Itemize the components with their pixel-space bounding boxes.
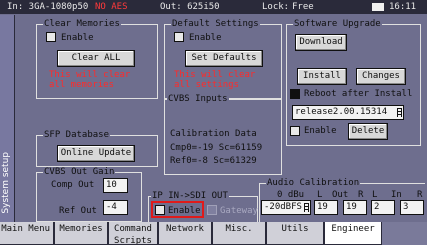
side-tab-label: System setup [1, 152, 11, 214]
audio-header-in-l: L [372, 190, 378, 200]
reboot-after-install-checkbox[interactable] [290, 89, 300, 99]
clear-all-button[interactable]: Clear ALL [57, 50, 135, 67]
clear-memories-group: Clear Memories Enable Clear ALL This wil… [36, 19, 158, 99]
clear-memories-enable-checkbox[interactable] [46, 32, 56, 42]
sfp-database-group: SFP Database Online Update [36, 130, 158, 167]
ref-out-field[interactable]: -4 [103, 200, 128, 215]
audio-header-out-r: R [358, 190, 364, 200]
software-upgrade-group: Software Upgrade Download Install Change… [286, 19, 421, 146]
lock-status: Lock: [262, 2, 290, 12]
clear-memories-enable-label: Enable [61, 33, 94, 43]
calibration-ref-line: Ref0=-8 Sc=61329 [170, 156, 257, 166]
tab-network[interactable]: Network [158, 222, 212, 245]
audio-alert-status: NO AES [95, 2, 128, 12]
tab-memories[interactable]: Memories [54, 222, 108, 245]
input-format-status: In: 3GA-1080p50 [7, 2, 89, 12]
bottom-tab-bar: Main Menu Memories Command Scripts Netwo… [0, 222, 427, 245]
cvbs-out-gain-title: CVBS Out Gain [43, 167, 116, 177]
cvbs-out-gain-group: CVBS Out Gain Comp Out 10 Ref Out -4 [36, 167, 142, 222]
set-defaults-button[interactable]: Set Defaults [185, 50, 263, 67]
software-upgrade-title: Software Upgrade [293, 19, 382, 29]
audio-header-in-r: R [417, 190, 423, 200]
online-update-button[interactable]: Online Update [57, 145, 135, 162]
cvbs-inputs-group: CVBS Inputs Calibration Data Cmp0=-19 Sc… [164, 94, 282, 175]
tab-engineer[interactable]: Engineer [324, 222, 382, 245]
audio-header-in: In [391, 190, 402, 200]
download-button[interactable]: Download [295, 34, 347, 51]
sfp-database-title: SFP Database [43, 130, 111, 140]
cvbs-inputs-title: CVBS Inputs [167, 94, 229, 104]
release-select[interactable]: release2.00.15314 [292, 105, 404, 120]
changes-button[interactable]: Changes [356, 68, 406, 85]
audio-header-out: Out [332, 190, 349, 200]
default-settings-group: Default Settings Enable Set Defaults Thi… [164, 19, 282, 99]
audio-level-value: -20dBFS [264, 202, 302, 212]
calibration-data-title: Calibration Data [170, 129, 257, 139]
instrument-screen: In: 3GA-1080p50 NO AES Out: 625i50 Lock:… [0, 0, 427, 245]
comp-out-label: Comp Out [51, 180, 95, 190]
default-settings-warning-2: all settings [174, 80, 240, 90]
free-status: Free [292, 2, 314, 12]
clock-time: 16:11 [389, 2, 417, 12]
upgrade-enable-label: Enable [304, 126, 337, 136]
clear-memories-title: Clear Memories [43, 19, 121, 29]
side-tab-system-setup[interactable]: System setup [0, 15, 15, 222]
audio-in-r-field[interactable]: 3 [400, 200, 424, 215]
battery-icon [372, 3, 384, 11]
audio-calibration-group: Audio Calibration 0 dBu L Out R L In R -… [259, 178, 425, 222]
tab-main-menu[interactable]: Main Menu [0, 222, 54, 245]
install-button[interactable]: Install [297, 68, 347, 85]
audio-header-dbu: 0 dBu [277, 190, 305, 200]
delete-button[interactable]: Delete [348, 123, 388, 140]
ref-out-label: Ref Out [59, 206, 97, 216]
clear-memories-warning-1: This will clear [49, 70, 131, 80]
audio-level-select[interactable]: -20dBFS [261, 200, 311, 215]
tab-utils[interactable]: Utils [266, 222, 324, 245]
audio-calibration-title: Audio Calibration [266, 178, 361, 188]
output-format-status: Out: 625i50 [160, 2, 220, 12]
default-settings-enable-label: Enable [189, 33, 222, 43]
tab-misc[interactable]: Misc. [212, 222, 266, 245]
tab-command-scripts[interactable]: Command Scripts [108, 222, 158, 245]
calibration-cmp-line: Cmp0=-19 Sc=61159 [170, 143, 263, 153]
audio-out-r-field[interactable]: 19 [343, 200, 367, 215]
enable-highlight-box [151, 201, 204, 218]
default-settings-warning-1: This will clear [174, 70, 256, 80]
default-settings-enable-checkbox[interactable] [174, 32, 184, 42]
comp-out-field[interactable]: 10 [103, 178, 128, 193]
ip-sdi-gateway-checkbox[interactable] [207, 205, 217, 215]
ip-sdi-gateway-label: Gateway [220, 206, 258, 216]
audio-out-l-field[interactable]: 19 [314, 200, 338, 215]
release-select-value: release2.00.15314 [295, 107, 388, 117]
status-bar: In: 3GA-1080p50 NO AES Out: 625i50 Lock:… [0, 0, 427, 14]
release-select-grip-icon [397, 108, 402, 117]
audio-header-out-l: L [317, 190, 323, 200]
ip-sdi-out-title: IP IN->SDI OUT [151, 191, 229, 201]
default-settings-title: Default Settings [171, 19, 260, 29]
clear-memories-warning-2: all memories [49, 80, 115, 90]
audio-in-l-field[interactable]: 2 [371, 200, 395, 215]
upgrade-enable-checkbox[interactable] [290, 126, 300, 136]
reboot-after-install-label: Reboot after Install [304, 89, 413, 99]
audio-level-grip-icon [304, 203, 309, 212]
